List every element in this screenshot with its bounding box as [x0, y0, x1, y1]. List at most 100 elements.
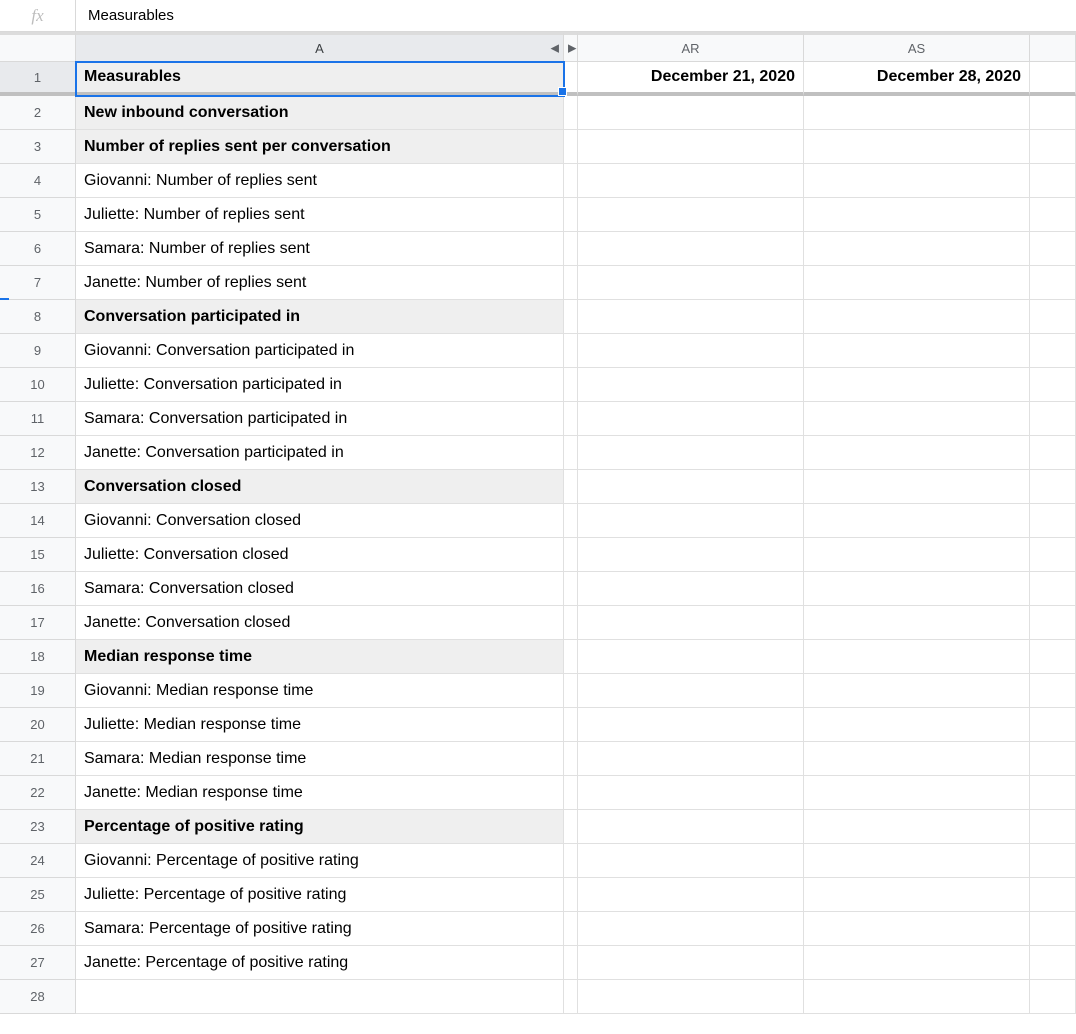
cell-a[interactable]: Measurables: [76, 62, 564, 96]
cell-a[interactable]: Janette: Median response time: [76, 776, 564, 810]
cell-tail[interactable]: [1030, 368, 1076, 402]
cell-tail[interactable]: [1030, 334, 1076, 368]
row-header[interactable]: 6: [0, 232, 76, 266]
row-header[interactable]: 2: [0, 96, 76, 130]
row-header[interactable]: 17: [0, 606, 76, 640]
cell-ar[interactable]: December 21, 2020: [578, 62, 804, 96]
cell-a[interactable]: Juliette: Conversation closed: [76, 538, 564, 572]
cell-as[interactable]: [804, 470, 1030, 504]
cell-as[interactable]: [804, 878, 1030, 912]
cell-as[interactable]: [804, 130, 1030, 164]
cell-as[interactable]: [804, 402, 1030, 436]
cell-a[interactable]: [76, 980, 564, 1014]
cell-tail[interactable]: [1030, 844, 1076, 878]
cell-a[interactable]: Juliette: Conversation participated in: [76, 368, 564, 402]
row-header[interactable]: 26: [0, 912, 76, 946]
cell-ar[interactable]: [578, 980, 804, 1014]
cell-a[interactable]: New inbound conversation: [76, 96, 564, 130]
cell-a[interactable]: Juliette: Percentage of positive rating: [76, 878, 564, 912]
cell-tail[interactable]: [1030, 640, 1076, 674]
cell-ar[interactable]: [578, 504, 804, 538]
row-header[interactable]: 11: [0, 402, 76, 436]
row-header[interactable]: 4: [0, 164, 76, 198]
hidden-columns-gutter[interactable]: ▶: [564, 32, 578, 62]
cell-ar[interactable]: [578, 232, 804, 266]
cell-a[interactable]: Samara: Median response time: [76, 742, 564, 776]
cell-ar[interactable]: [578, 810, 804, 844]
cell-a[interactable]: Janette: Percentage of positive rating: [76, 946, 564, 980]
cell-ar[interactable]: [578, 300, 804, 334]
cell-as[interactable]: [804, 198, 1030, 232]
cell-as[interactable]: [804, 776, 1030, 810]
cell-ar[interactable]: [578, 334, 804, 368]
cell-as[interactable]: [804, 844, 1030, 878]
cell-as[interactable]: [804, 164, 1030, 198]
cell-as[interactable]: [804, 708, 1030, 742]
cell-as[interactable]: [804, 606, 1030, 640]
cell-as[interactable]: [804, 980, 1030, 1014]
cell-a[interactable]: Juliette: Number of replies sent: [76, 198, 564, 232]
row-header[interactable]: 9: [0, 334, 76, 368]
cell-a[interactable]: Janette: Number of replies sent: [76, 266, 564, 300]
cell-as[interactable]: [804, 368, 1030, 402]
cell-a[interactable]: Giovanni: Median response time: [76, 674, 564, 708]
row-header[interactable]: 16: [0, 572, 76, 606]
cell-a[interactable]: Samara: Number of replies sent: [76, 232, 564, 266]
cell-ar[interactable]: [578, 368, 804, 402]
cell-as[interactable]: [804, 742, 1030, 776]
cell-ar[interactable]: [578, 946, 804, 980]
cell-ar[interactable]: [578, 878, 804, 912]
cell-tail[interactable]: [1030, 436, 1076, 470]
cell-a[interactable]: Giovanni: Number of replies sent: [76, 164, 564, 198]
cell-a[interactable]: Samara: Conversation participated in: [76, 402, 564, 436]
cell-ar[interactable]: [578, 912, 804, 946]
row-header[interactable]: 10: [0, 368, 76, 402]
cell-tail[interactable]: [1030, 742, 1076, 776]
cell-as[interactable]: [804, 640, 1030, 674]
cell-tail[interactable]: [1030, 606, 1076, 640]
cell-a[interactable]: Giovanni: Conversation closed: [76, 504, 564, 538]
cell-tail[interactable]: [1030, 62, 1076, 96]
cell-tail[interactable]: [1030, 912, 1076, 946]
row-header[interactable]: 18: [0, 640, 76, 674]
cell-as[interactable]: [804, 266, 1030, 300]
row-header[interactable]: 21: [0, 742, 76, 776]
cell-a[interactable]: Giovanni: Conversation participated in: [76, 334, 564, 368]
cell-ar[interactable]: [578, 606, 804, 640]
column-header-ar[interactable]: AR: [578, 32, 804, 62]
row-header[interactable]: 24: [0, 844, 76, 878]
cell-as[interactable]: [804, 96, 1030, 130]
row-header[interactable]: 28: [0, 980, 76, 1014]
collapse-columns-icon[interactable]: ◀: [551, 42, 559, 55]
cell-ar[interactable]: [578, 844, 804, 878]
cell-ar[interactable]: [578, 402, 804, 436]
cell-as[interactable]: [804, 436, 1030, 470]
cell-tail[interactable]: [1030, 878, 1076, 912]
cell-ar[interactable]: [578, 538, 804, 572]
cell-a[interactable]: Juliette: Median response time: [76, 708, 564, 742]
cell-ar[interactable]: [578, 640, 804, 674]
cell-a[interactable]: Conversation participated in: [76, 300, 564, 334]
column-header-a[interactable]: A◀: [76, 32, 564, 62]
cell-a[interactable]: Janette: Conversation closed: [76, 606, 564, 640]
row-header[interactable]: 7: [0, 266, 76, 300]
cell-tail[interactable]: [1030, 504, 1076, 538]
cell-a[interactable]: Percentage of positive rating: [76, 810, 564, 844]
column-header-as[interactable]: AS: [804, 32, 1030, 62]
cell-a[interactable]: Janette: Conversation participated in: [76, 436, 564, 470]
select-all-corner[interactable]: [0, 32, 76, 62]
row-header[interactable]: 3: [0, 130, 76, 164]
cell-ar[interactable]: [578, 130, 804, 164]
cell-tail[interactable]: [1030, 946, 1076, 980]
cell-tail[interactable]: [1030, 164, 1076, 198]
cell-ar[interactable]: [578, 198, 804, 232]
cell-as[interactable]: [804, 810, 1030, 844]
row-header[interactable]: 19: [0, 674, 76, 708]
cell-tail[interactable]: [1030, 300, 1076, 334]
cell-tail[interactable]: [1030, 674, 1076, 708]
cell-tail[interactable]: [1030, 572, 1076, 606]
cell-tail[interactable]: [1030, 980, 1076, 1014]
cell-tail[interactable]: [1030, 776, 1076, 810]
cell-ar[interactable]: [578, 776, 804, 810]
cell-a[interactable]: Conversation closed: [76, 470, 564, 504]
